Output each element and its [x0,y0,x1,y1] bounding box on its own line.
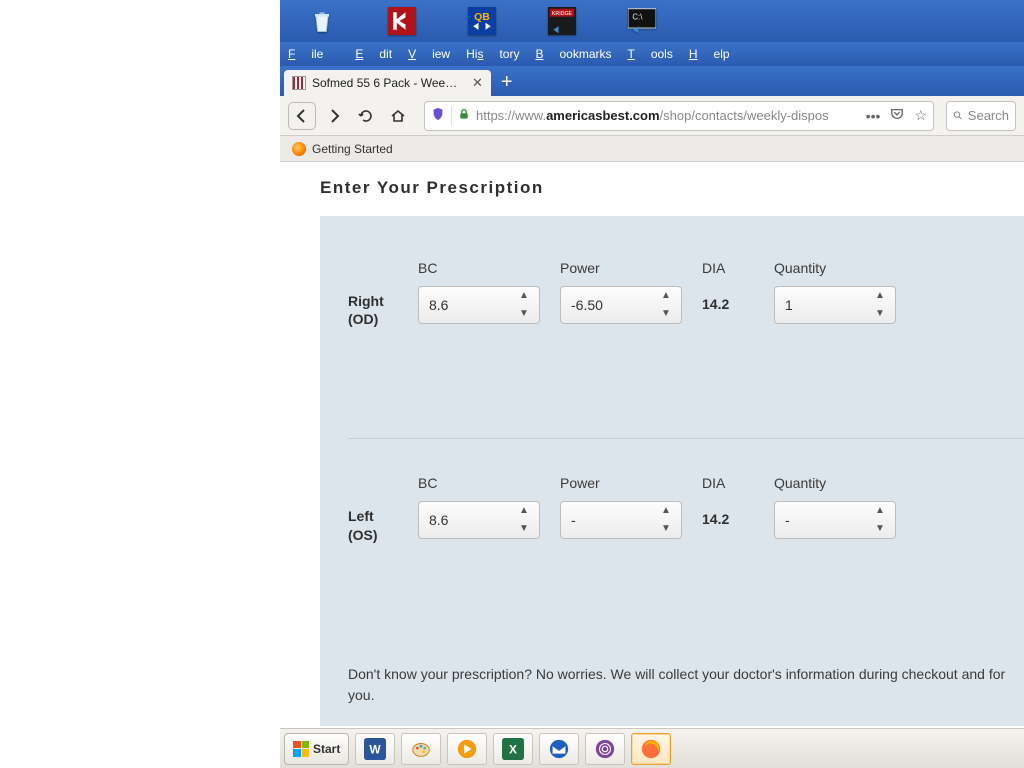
browser-menubar: File Edit View History Bookmarks Tools H… [280,42,1024,66]
menu-tools[interactable]: Tools [627,47,672,61]
right-dia-value: 14.2 [702,286,774,312]
page-content: Enter Your Prescription BC Power DIA Qua… [280,162,1024,728]
chevron-up-icon[interactable]: ▲ [875,506,889,516]
url-bar[interactable]: https://www.americasbest.com/shop/contac… [424,101,934,131]
desktop-background [0,0,280,768]
nav-reload-button[interactable] [352,102,380,130]
col-header-quantity: Quantity [774,260,916,276]
firefox-icon [292,142,306,156]
menu-help[interactable]: Help [689,47,730,61]
taskbar-paint-icon[interactable] [401,733,441,765]
left-quantity-stepper[interactable]: - ▲▼ [774,501,896,539]
svg-text:C:\: C:\ [632,12,643,21]
col-header-bc: BC [418,260,560,276]
right-power-stepper[interactable]: -6.50 ▲▼ [560,286,682,324]
chevron-up-icon[interactable]: ▲ [661,506,675,516]
tab-close-icon[interactable]: ✕ [472,75,483,91]
chevron-down-icon[interactable]: ▼ [661,309,675,319]
kridge-app-icon[interactable]: KRIDGE [548,7,576,35]
menu-bookmarks[interactable]: Bookmarks [535,47,611,61]
qb-app-icon[interactable]: QB [468,7,496,35]
left-power-stepper[interactable]: - ▲▼ [560,501,682,539]
new-tab-button[interactable]: + [501,71,513,94]
bookmark-getting-started[interactable]: Getting Started [312,142,393,156]
menu-view[interactable]: View [408,47,450,61]
start-button[interactable]: Start [284,733,349,765]
chevron-up-icon[interactable]: ▲ [875,291,889,301]
svg-text:X: X [509,742,517,756]
menu-edit[interactable]: Edit [355,47,392,61]
tab-favicon-icon [292,76,306,90]
prescription-note: Don't know your prescription? No worries… [348,664,1024,706]
col-header-dia: DIA [702,475,774,491]
left-dia-value: 14.2 [702,501,774,527]
chevron-up-icon[interactable]: ▲ [519,291,533,301]
chevron-down-icon[interactable]: ▼ [875,309,889,319]
chevron-down-icon[interactable]: ▼ [661,524,675,534]
taskbar-mediaplayer-icon[interactable] [447,733,487,765]
nav-forward-button[interactable] [320,102,348,130]
taskbar-tor-icon[interactable] [585,733,625,765]
kaspersky-icon[interactable] [388,7,416,35]
search-icon [953,109,963,122]
windows-logo-icon [293,741,309,757]
windows-taskbar: Start W X [280,728,1024,768]
taskbar-thunderbird-icon[interactable] [539,733,579,765]
lock-icon [458,108,470,123]
desktop-icon-bar: QB KRIDGE C:\ [280,0,1024,42]
col-header-quantity: Quantity [774,475,916,491]
col-header-bc: BC [418,475,560,491]
svg-text:W: W [370,742,382,756]
chevron-up-icon[interactable]: ▲ [519,506,533,516]
tab-title: Sofmed 55 6 Pack - Weekly Dispos [312,76,462,90]
browser-window: File Edit View History Bookmarks Tools H… [280,42,1024,728]
cmd-icon[interactable]: C:\ [628,7,656,35]
left-eye-label: Left(OS) [348,501,418,543]
menu-history[interactable]: History [466,47,519,61]
chevron-down-icon[interactable]: ▼ [519,309,533,319]
search-placeholder: Search [968,108,1009,123]
browser-navbar: https://www.americasbest.com/shop/contac… [280,96,1024,136]
bookmark-star-icon[interactable]: ☆ [914,107,927,124]
taskbar-word-icon[interactable]: W [355,733,395,765]
reader-pocket-icon[interactable] [890,107,904,124]
col-header-power: Power [560,260,702,276]
right-bc-stepper[interactable]: 8.6 ▲▼ [418,286,540,324]
row-divider [348,438,1024,439]
right-quantity-stepper[interactable]: 1 ▲▼ [774,286,896,324]
chevron-down-icon[interactable]: ▼ [519,524,533,534]
page-title: Enter Your Prescription [320,178,1024,198]
col-header-dia: DIA [702,260,774,276]
nav-back-button[interactable] [288,102,316,130]
nav-home-button[interactable] [384,102,412,130]
tab-strip: Sofmed 55 6 Pack - Weekly Dispos ✕ + [280,66,1024,96]
taskbar-firefox-icon[interactable] [631,733,671,765]
menu-file[interactable]: File [288,47,339,61]
url-text: https://www.americasbest.com/shop/contac… [476,108,856,123]
right-eye-label: Right(OD) [348,286,418,328]
col-header-power: Power [560,475,702,491]
chevron-up-icon[interactable]: ▲ [661,291,675,301]
taskbar-excel-icon[interactable]: X [493,733,533,765]
chevron-down-icon[interactable]: ▼ [875,524,889,534]
browser-tab[interactable]: Sofmed 55 6 Pack - Weekly Dispos ✕ [284,70,491,96]
tracking-shield-icon[interactable] [431,107,445,124]
page-actions-icon[interactable]: ••• [866,108,881,124]
svg-text:QB: QB [474,11,490,23]
svg-text:KRIDGE: KRIDGE [552,11,573,17]
bookmarks-toolbar: Getting Started [280,136,1024,162]
search-bar[interactable]: Search [946,101,1016,131]
prescription-form: BC Power DIA Quantity Right(OD) 8.6 ▲▼ [320,216,1024,726]
left-bc-stepper[interactable]: 8.6 ▲▼ [418,501,540,539]
recycle-bin-icon[interactable] [308,7,336,35]
